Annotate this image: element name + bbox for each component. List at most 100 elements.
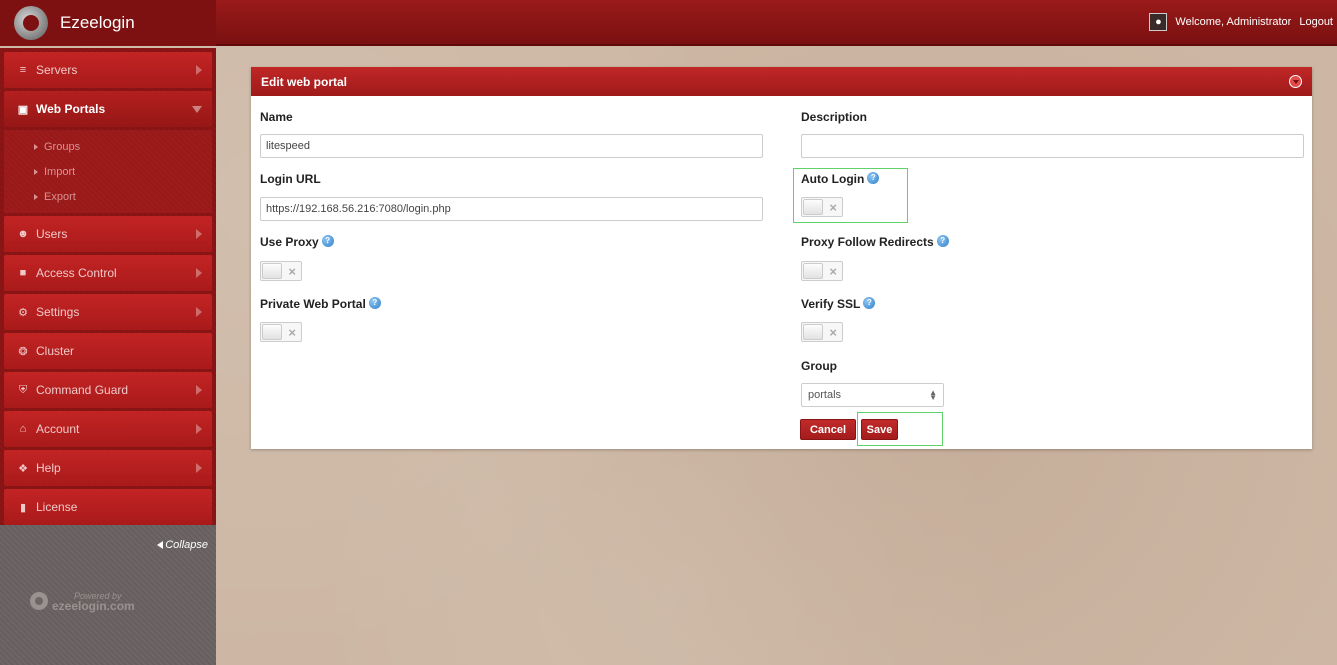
panel-header: Edit web portal: [251, 67, 1312, 96]
edit-web-portal-panel: Edit web portal Name Login URL Use Proxy…: [251, 67, 1312, 449]
bullet-icon: [34, 193, 38, 200]
chevron-right-icon: [196, 385, 202, 395]
ezeelogin-logo-icon: [14, 6, 48, 40]
login-url-input[interactable]: [260, 197, 763, 221]
subnav-item-label: Import: [44, 165, 76, 178]
name-label: Name: [260, 110, 293, 124]
bullet-icon: [34, 168, 38, 175]
caret-left-icon: [157, 541, 164, 550]
subnav-item-label: Groups: [44, 140, 81, 153]
collapse-label: Collapse: [165, 539, 208, 551]
group-label: Group: [801, 359, 837, 373]
sidebar-item-help[interactable]: ❖ Help: [4, 450, 212, 486]
home-icon: ⌂: [19, 423, 27, 435]
layout-icon: ▣: [17, 103, 29, 116]
gears-icon: ⚙: [18, 306, 28, 319]
help-icon[interactable]: ?: [863, 297, 876, 309]
chevron-right-icon: [196, 424, 202, 434]
proxy-follow-redirects-label: Proxy Follow Redirects?: [801, 235, 949, 249]
chevron-right-icon: [196, 229, 202, 239]
sidebar: ≡ Servers ▣ Web Portals Groups Import Ex…: [0, 48, 216, 665]
welcome-text: Welcome, Administrator: [1175, 16, 1292, 28]
sidebar-item-access-control[interactable]: ■ Access Control: [4, 255, 212, 291]
sidebar-item-license[interactable]: ▮ License: [4, 489, 212, 525]
user-avatar-icon[interactable]: ●: [1149, 13, 1168, 31]
sidebar-item-label: Command Guard: [36, 383, 129, 397]
subnav-item-import[interactable]: Import: [4, 159, 212, 184]
description-label: Description: [801, 110, 868, 124]
sidebar-item-label: License: [36, 500, 78, 514]
chevron-down-icon: [192, 106, 202, 113]
sidebar-item-label: Users: [36, 227, 68, 241]
toggle-off-icon: ×: [288, 325, 296, 340]
toggle-knob: [262, 324, 282, 340]
help-icon[interactable]: ?: [936, 235, 949, 247]
top-bar: Ezeelogin ● Welcome, Administrator Logou…: [0, 0, 1337, 46]
help-icon[interactable]: ?: [321, 235, 334, 247]
proxy-follow-redirects-toggle[interactable]: ×: [801, 261, 843, 281]
user-area: ● Welcome, Administrator Logout: [1149, 13, 1333, 31]
document-icon: ▮: [19, 501, 27, 514]
verify-ssl-toggle[interactable]: ×: [801, 322, 843, 342]
proxy-follow-label-text: Proxy Follow Redirects: [801, 235, 934, 249]
logout-link[interactable]: Logout: [1299, 16, 1333, 28]
subnav-item-groups[interactable]: Groups: [4, 134, 212, 159]
sidebar-item-label: Help: [36, 461, 61, 475]
subnav-item-export[interactable]: Export: [4, 184, 212, 209]
shield-icon: ⛨: [18, 383, 28, 396]
group-select-value: portals: [808, 389, 842, 401]
use-proxy-label: Use Proxy?: [260, 235, 334, 249]
select-arrows-icon: ▲ ▼: [929, 388, 937, 402]
lifebuoy-icon: ❖: [18, 462, 28, 475]
sidebar-item-command-guard[interactable]: ⛨ Command Guard: [4, 372, 212, 408]
sidebar-item-servers[interactable]: ≡ Servers: [4, 52, 212, 88]
list-icon: ≡: [19, 64, 27, 76]
sidebar-item-users[interactable]: ☻ Users: [4, 216, 212, 252]
private-web-portal-toggle[interactable]: ×: [260, 322, 302, 342]
sidebar-item-label: Account: [36, 422, 80, 436]
toggle-off-icon: ×: [829, 325, 837, 340]
web-portals-submenu: Groups Import Export: [4, 130, 212, 213]
subnav-item-label: Export: [44, 190, 76, 203]
collapse-button[interactable]: Collapse: [157, 539, 208, 551]
sidebar-item-settings[interactable]: ⚙ Settings: [4, 294, 212, 330]
sidebar-item-cluster[interactable]: ❂ Cluster: [4, 333, 212, 369]
login-url-label: Login URL: [260, 172, 321, 186]
sidebar-footer: Collapse Powered by ezeelogin.com: [0, 525, 216, 665]
sidebar-item-web-portals[interactable]: ▣ Web Portals: [4, 91, 212, 127]
ezeelogin-small-logo-icon: [30, 592, 48, 610]
powered-by-logo: Powered by ezeelogin.com: [30, 591, 135, 613]
cluster-icon: ❂: [18, 345, 28, 358]
toggle-knob: [803, 324, 823, 340]
sidebar-item-label: Cluster: [36, 344, 75, 358]
description-input[interactable]: [801, 134, 1304, 158]
auto-login-highlight: [793, 168, 908, 223]
chevron-right-icon: [196, 307, 202, 317]
brand[interactable]: Ezeelogin: [0, 0, 216, 46]
panel-title: Edit web portal: [261, 74, 348, 89]
sidebar-item-label: Access Control: [36, 266, 117, 280]
sidebar-item-label: Servers: [36, 63, 78, 77]
use-proxy-toggle[interactable]: ×: [260, 261, 302, 281]
private-web-portal-label: Private Web Portal?: [260, 297, 381, 311]
verify-ssl-label-text: Verify SSL: [801, 297, 861, 311]
panel-collapse-icon[interactable]: [1289, 75, 1302, 88]
sidebar-item-label: Settings: [36, 305, 80, 319]
toggle-knob: [262, 263, 282, 279]
bullet-icon: [34, 143, 38, 150]
powered-domain-text: ezeelogin.com: [52, 599, 135, 613]
use-proxy-label-text: Use Proxy: [260, 235, 319, 249]
toggle-knob: [803, 263, 823, 279]
sidebar-item-account[interactable]: ⌂ Account: [4, 411, 212, 447]
brand-name: Ezeelogin: [60, 13, 135, 32]
private-label-text: Private Web Portal: [260, 297, 366, 311]
sidebar-item-label: Web Portals: [36, 102, 106, 116]
save-highlight: [857, 412, 943, 446]
group-select[interactable]: portals ▲ ▼: [801, 383, 944, 407]
help-icon[interactable]: ?: [368, 297, 381, 309]
chevron-right-icon: [196, 65, 202, 75]
cancel-button[interactable]: Cancel: [800, 419, 856, 440]
verify-ssl-label: Verify SSL?: [801, 297, 876, 311]
name-input[interactable]: [260, 134, 763, 158]
toggle-off-icon: ×: [288, 264, 296, 279]
